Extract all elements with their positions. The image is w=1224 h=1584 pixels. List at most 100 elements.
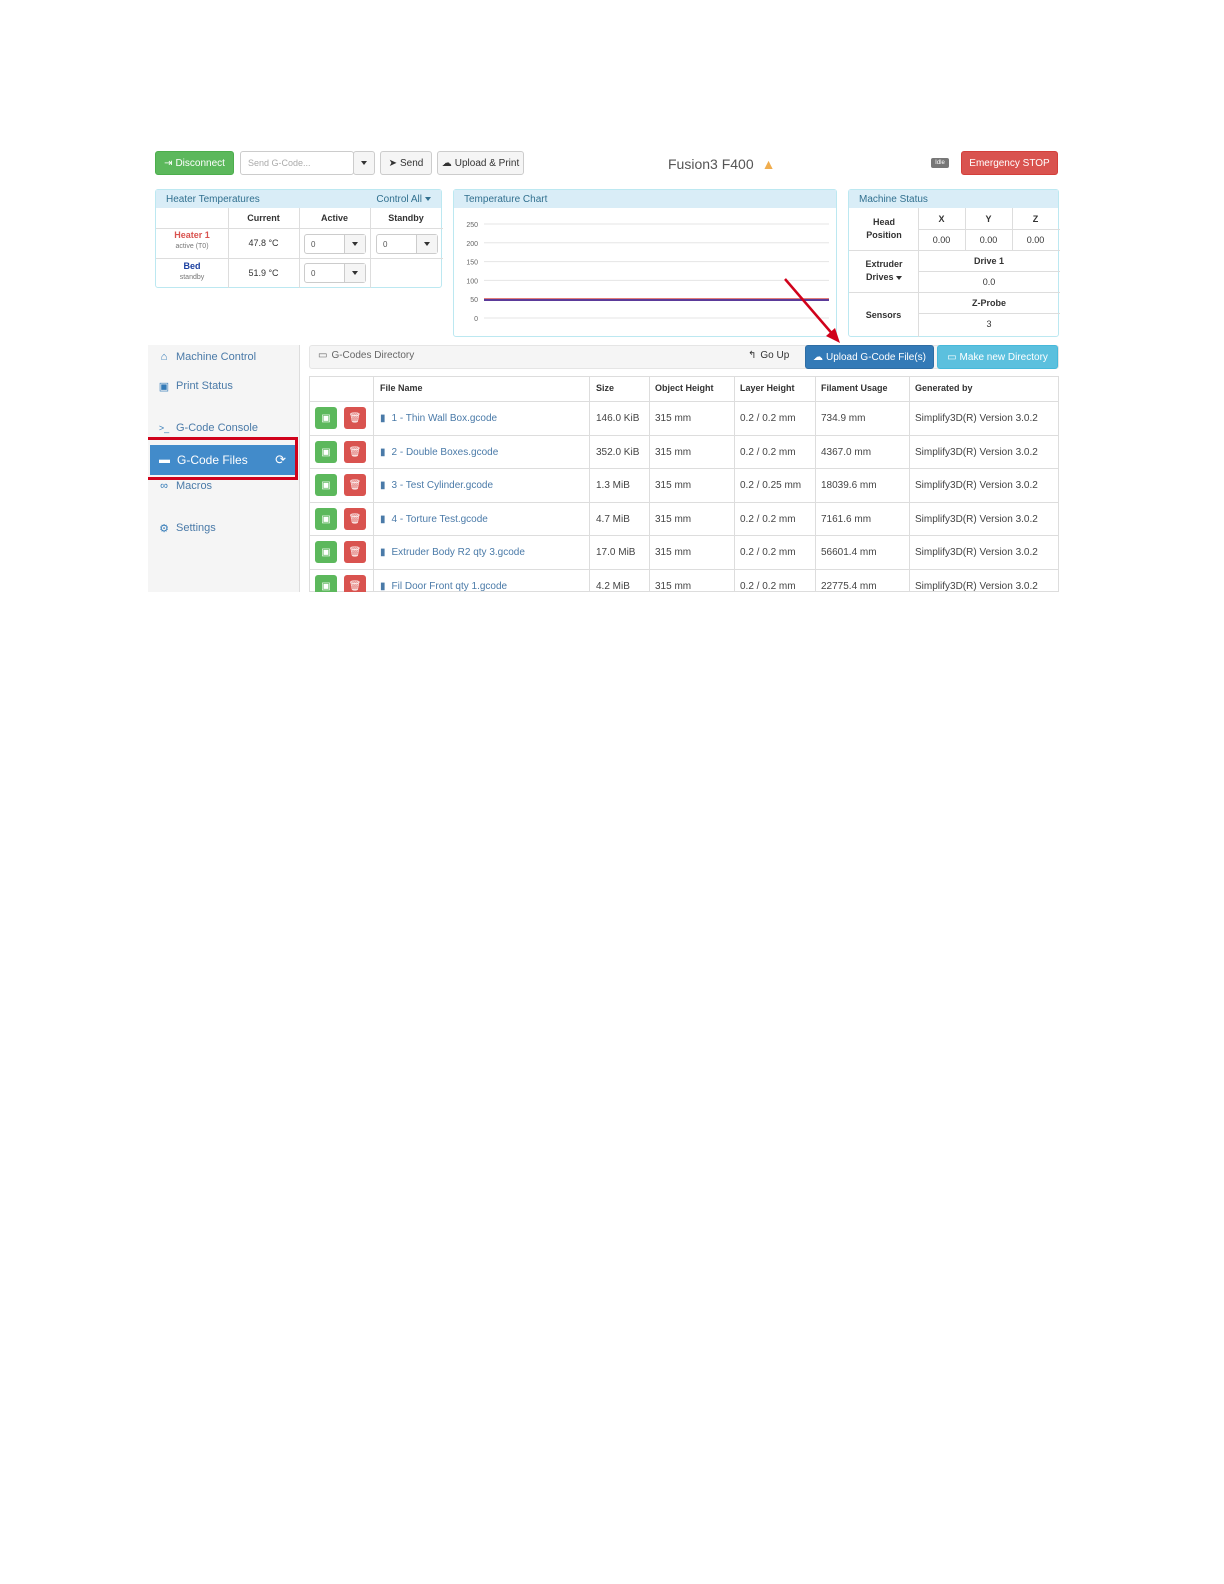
- file-size: 4.2 MiB: [596, 581, 630, 592]
- print-file-button[interactable]: ▣: [315, 407, 337, 429]
- col-filament-usage[interactable]: Filament Usage: [821, 383, 888, 393]
- file-filament: 4367.0 mm: [821, 447, 872, 458]
- folder-open-icon: ▭: [318, 350, 328, 361]
- delete-file-button[interactable]: 🗑: [344, 407, 366, 429]
- bed-label[interactable]: Bed standby: [156, 261, 228, 283]
- table-row[interactable]: ▣ 🗑 ▮ Extruder Body R2 qty 3.gcode 17.0 M…: [310, 535, 1058, 569]
- sidebar-item-settings[interactable]: ⚙ Settings: [158, 522, 216, 535]
- print-icon: ▣: [158, 380, 170, 393]
- disconnect-button[interactable]: ⇥ Disconnect: [155, 151, 234, 175]
- probe-value: 3: [986, 319, 992, 329]
- sidebar-item-machine-control[interactable]: ⌂ Machine Control: [158, 351, 256, 363]
- file-layer-height: 0.2 / 0.2 mm: [740, 547, 796, 558]
- sidebar-item-macros[interactable]: ∞ Macros: [158, 480, 212, 492]
- col-generated-by[interactable]: Generated by: [915, 383, 973, 393]
- print-file-button[interactable]: ▣: [315, 441, 337, 463]
- machine-status-header: Machine Status: [849, 190, 1058, 208]
- home-icon: ⌂: [160, 351, 168, 363]
- file-icon: ▮: [380, 514, 386, 525]
- file-layer-height: 0.2 / 0.2 mm: [740, 447, 796, 458]
- print-file-button[interactable]: ▣: [315, 508, 337, 530]
- file-layer-height: 0.2 / 0.2 mm: [740, 581, 796, 592]
- file-filament: 734.9 mm: [821, 413, 866, 424]
- table-row[interactable]: ▣ 🗑 ▮ 1 - Thin Wall Box.gcode 146.0 KiB 3…: [310, 401, 1058, 435]
- directory-breadcrumb: ▭ G-Codes Directory: [318, 350, 415, 361]
- file-filament: 22775.4 mm: [821, 581, 877, 592]
- table-row[interactable]: ▣ 🗑 ▮ Fil Door Front qty 1.gcode 4.2 MiB …: [310, 569, 1058, 592]
- bed-active-select[interactable]: 0: [304, 263, 366, 283]
- col-layer-height[interactable]: Layer Height: [740, 383, 795, 393]
- print-file-button[interactable]: ▣: [315, 474, 337, 496]
- delete-file-button[interactable]: 🗑: [344, 575, 366, 592]
- cloud-upload-icon: ☁: [441, 157, 452, 169]
- file-name[interactable]: ▮ 4 - Torture Test.gcode: [380, 503, 488, 536]
- file-icon: ▮: [380, 480, 386, 491]
- heater1-label[interactable]: Heater 1 active (T0): [156, 230, 228, 252]
- delete-file-button[interactable]: 🗑: [344, 441, 366, 463]
- position-x: 0.00: [932, 234, 951, 245]
- chart-y-tick: 0: [474, 316, 478, 323]
- delete-file-button[interactable]: 🗑: [344, 508, 366, 530]
- file-size: 4.7 MiB: [596, 514, 630, 525]
- file-object-height: 315 mm: [655, 514, 692, 525]
- col-current: Current: [247, 213, 280, 223]
- file-size: 17.0 MiB: [596, 547, 636, 558]
- file-size: 352.0 KiB: [596, 447, 640, 458]
- upload-print-button[interactable]: ☁ Upload & Print: [437, 151, 524, 175]
- sidebar-item-print-status[interactable]: ▣ Print Status: [158, 380, 233, 393]
- col-size[interactable]: Size: [596, 383, 614, 393]
- bed-name: Bed: [183, 261, 201, 271]
- table-row[interactable]: ▣ 🗑 ▮ 4 - Torture Test.gcode 4.7 MiB 315 …: [310, 502, 1058, 536]
- file-generated-by: Simplify3D(R) Version 3.0.2: [915, 514, 1038, 525]
- machine-status-title: Machine Status: [859, 193, 928, 205]
- delete-file-button[interactable]: 🗑: [344, 541, 366, 563]
- caret-down-icon: [896, 276, 903, 280]
- heater-panel-header: Heater Temperatures Control All: [156, 190, 441, 208]
- control-all-dropdown[interactable]: Control All: [376, 194, 431, 205]
- chart-y-tick: 100: [466, 278, 478, 285]
- send-button[interactable]: ➤ Send: [380, 151, 432, 175]
- file-filament: 7161.6 mm: [821, 514, 872, 525]
- heater1-active-select[interactable]: 0: [304, 234, 366, 254]
- folder-icon: ▭: [947, 351, 957, 363]
- app-screenshot: ⇥ Disconnect Send G-Code... ➤ Send ☁ Upload…: [148, 142, 1060, 592]
- upload-gcode-button[interactable]: ☁ Upload G-Code File(s): [805, 345, 934, 369]
- gcode-history-dropdown[interactable]: [353, 151, 375, 175]
- caret-down-icon: [352, 271, 358, 275]
- make-directory-button[interactable]: ▭ Make new Directory: [937, 345, 1058, 369]
- file-icon: ▮: [380, 547, 386, 558]
- chart-y-tick: 200: [466, 241, 478, 248]
- extruder-drives-toggle[interactable]: Extruder Drives: [857, 258, 911, 284]
- file-name[interactable]: ▮ 3 - Test Cylinder.gcode: [380, 469, 493, 502]
- axis-z-label: Z: [1032, 213, 1039, 224]
- heater1-name: Heater 1: [174, 230, 210, 240]
- temperature-chart: 250 200 150 100 50 0: [466, 222, 829, 323]
- file-object-height: 315 mm: [655, 547, 692, 558]
- caret-down-icon: [352, 242, 358, 246]
- table-row[interactable]: ▣ 🗑 ▮ 2 - Double Boxes.gcode 352.0 KiB 31…: [310, 435, 1058, 469]
- go-up-button[interactable]: ↰ Go Up: [748, 350, 789, 361]
- gcode-input[interactable]: Send G-Code...: [240, 151, 354, 175]
- col-active: Active: [320, 213, 348, 223]
- chart-panel-header: Temperature Chart: [454, 190, 836, 208]
- table-row[interactable]: ▣ 🗑 ▮ 3 - Test Cylinder.gcode 1.3 MiB 315…: [310, 468, 1058, 502]
- col-file-name[interactable]: File Name: [380, 383, 423, 393]
- emergency-stop-button[interactable]: Emergency STOP: [961, 151, 1058, 175]
- print-file-button[interactable]: ▣: [315, 541, 337, 563]
- file-filament: 56601.4 mm: [821, 547, 877, 558]
- axis-y-label: Y: [985, 213, 992, 224]
- sidebar-item-gcode-console[interactable]: >_ G-Code Console: [158, 422, 258, 434]
- delete-file-button[interactable]: 🗑: [344, 474, 366, 496]
- file-object-height: 315 mm: [655, 413, 692, 424]
- heater1-standby-select[interactable]: 0: [376, 234, 438, 254]
- file-generated-by: Simplify3D(R) Version 3.0.2: [915, 581, 1038, 592]
- file-name[interactable]: ▮ 1 - Thin Wall Box.gcode: [380, 402, 497, 435]
- col-object-height[interactable]: Object Height: [655, 383, 714, 393]
- send-icon: ➤: [388, 157, 398, 169]
- file-name[interactable]: ▮ Fil Door Front qty 1.gcode: [380, 570, 507, 592]
- file-name[interactable]: ▮ 2 - Double Boxes.gcode: [380, 436, 498, 469]
- print-file-button[interactable]: ▣: [315, 575, 337, 592]
- bed-current: 51.9 °C: [248, 268, 279, 278]
- file-generated-by: Simplify3D(R) Version 3.0.2: [915, 447, 1038, 458]
- file-name[interactable]: ▮ Extruder Body R2 qty 3.gcode: [380, 536, 525, 569]
